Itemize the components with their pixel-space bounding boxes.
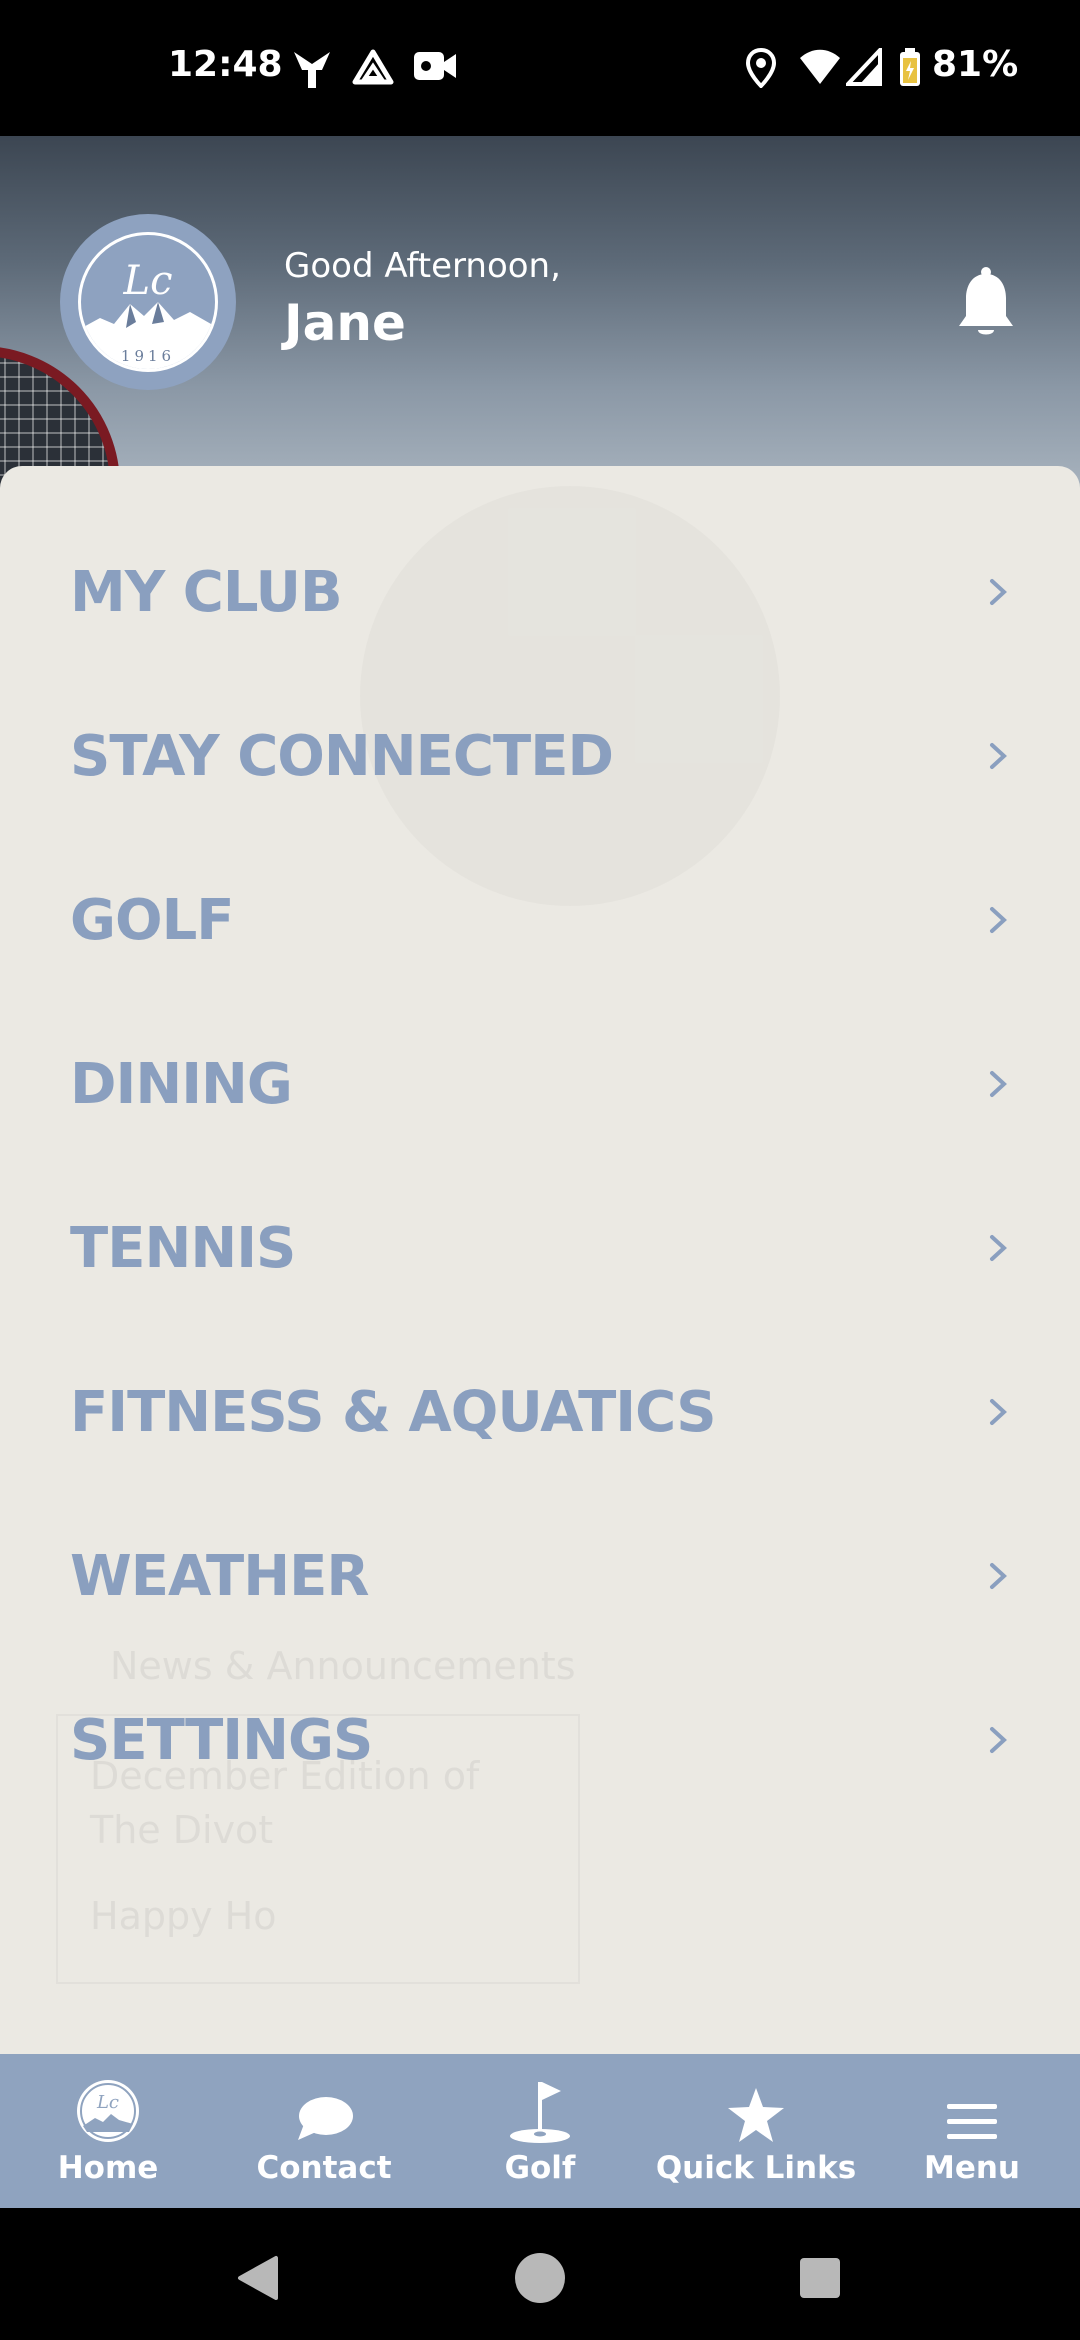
chevron-right-icon bbox=[990, 579, 1007, 605]
menu-item-label: STAY CONNECTED bbox=[70, 723, 614, 789]
cell-signal-icon bbox=[846, 48, 882, 86]
menu-item-tennis[interactable]: TENNIS bbox=[0, 1166, 1080, 1330]
battery-icon bbox=[900, 48, 920, 86]
hamburger-menu-icon bbox=[947, 2104, 997, 2139]
chevron-right-icon bbox=[990, 1727, 1007, 1753]
tab-golf[interactable]: Golf bbox=[432, 2054, 648, 2208]
tab-label: Quick Links bbox=[655, 2150, 857, 2186]
menu-item-dining[interactable]: DINING bbox=[0, 1002, 1080, 1166]
drive-icon bbox=[352, 49, 394, 85]
menu-item-stay-connected[interactable]: STAY CONNECTED bbox=[0, 674, 1080, 838]
status-time: 12:48 bbox=[168, 44, 283, 85]
club-logo[interactable]: Lc 1916 bbox=[60, 214, 236, 390]
notification-bell-icon[interactable] bbox=[956, 266, 1016, 340]
chevron-right-icon bbox=[990, 1563, 1007, 1589]
menu-item-label: DINING bbox=[70, 1051, 293, 1117]
tab-menu[interactable]: Menu bbox=[864, 2054, 1080, 2208]
menu-item-fitness-aquatics[interactable]: FITNESS & AQUATICS bbox=[0, 1330, 1080, 1494]
wifi-icon bbox=[800, 49, 840, 84]
tab-label: Golf bbox=[504, 2150, 576, 2186]
home-circle-icon[interactable] bbox=[514, 2252, 566, 2304]
menu-item-golf[interactable]: GOLF bbox=[0, 838, 1080, 1002]
video-camera-icon bbox=[414, 52, 456, 80]
chevron-right-icon bbox=[990, 1399, 1007, 1425]
chevron-right-icon bbox=[990, 1235, 1007, 1261]
status-bar: 12:48 81% bbox=[0, 0, 1080, 136]
golf-flag-icon bbox=[510, 2082, 570, 2143]
menu-item-label: MY CLUB bbox=[70, 559, 343, 625]
club-logo-icon: Lc bbox=[77, 2080, 139, 2142]
logo-year: 1916 bbox=[120, 347, 176, 365]
menu-item-label: GOLF bbox=[70, 887, 235, 953]
tab-contact[interactable]: Contact bbox=[216, 2054, 432, 2208]
header: Lc 1916 Good Afternoon, Jane bbox=[0, 136, 1080, 496]
menu-item-settings[interactable]: SETTINGS bbox=[0, 1658, 1080, 1822]
menu-item-label: FITNESS & AQUATICS bbox=[70, 1379, 717, 1445]
menu-item-weather[interactable]: WEATHER bbox=[0, 1494, 1080, 1658]
star-icon bbox=[728, 2088, 784, 2142]
chevron-right-icon bbox=[990, 1071, 1007, 1097]
location-icon bbox=[746, 48, 776, 88]
bottom-tab-bar: Lc Home Contact Golf Quick Links Menu bbox=[0, 2054, 1080, 2208]
system-nav-bar bbox=[0, 2208, 1080, 2340]
svg-text:Lc: Lc bbox=[123, 258, 173, 304]
menu-item-my-club[interactable]: MY CLUB bbox=[0, 510, 1080, 674]
svg-text:Lc: Lc bbox=[96, 2092, 119, 2113]
battery-percent: 81% bbox=[932, 44, 1019, 85]
club-logo-emblem: Lc 1916 bbox=[78, 232, 218, 372]
greeting-text: Good Afternoon, bbox=[284, 246, 561, 286]
user-name: Jane bbox=[284, 294, 406, 352]
menu-panel: News & Announcements December Edition of… bbox=[0, 466, 1080, 2054]
menu-item-label: WEATHER bbox=[70, 1543, 369, 1609]
tab-quick-links[interactable]: Quick Links bbox=[648, 2054, 864, 2208]
tab-label: Contact bbox=[256, 2150, 392, 2186]
back-icon[interactable] bbox=[234, 2254, 282, 2302]
ghost-line-3: Happy Ho bbox=[90, 1894, 277, 1938]
chat-bubble-icon bbox=[298, 2097, 353, 2140]
menu-item-label: TENNIS bbox=[70, 1215, 296, 1281]
chevron-right-icon bbox=[990, 907, 1007, 933]
download-arrow-icon bbox=[294, 52, 330, 88]
recents-square-icon[interactable] bbox=[798, 2256, 842, 2300]
chevron-right-icon bbox=[990, 743, 1007, 769]
tab-label: Menu bbox=[923, 2150, 1020, 2186]
tab-home[interactable]: Lc Home bbox=[0, 2054, 216, 2208]
tab-label: Home bbox=[57, 2150, 159, 2186]
menu-item-label: SETTINGS bbox=[70, 1707, 373, 1773]
